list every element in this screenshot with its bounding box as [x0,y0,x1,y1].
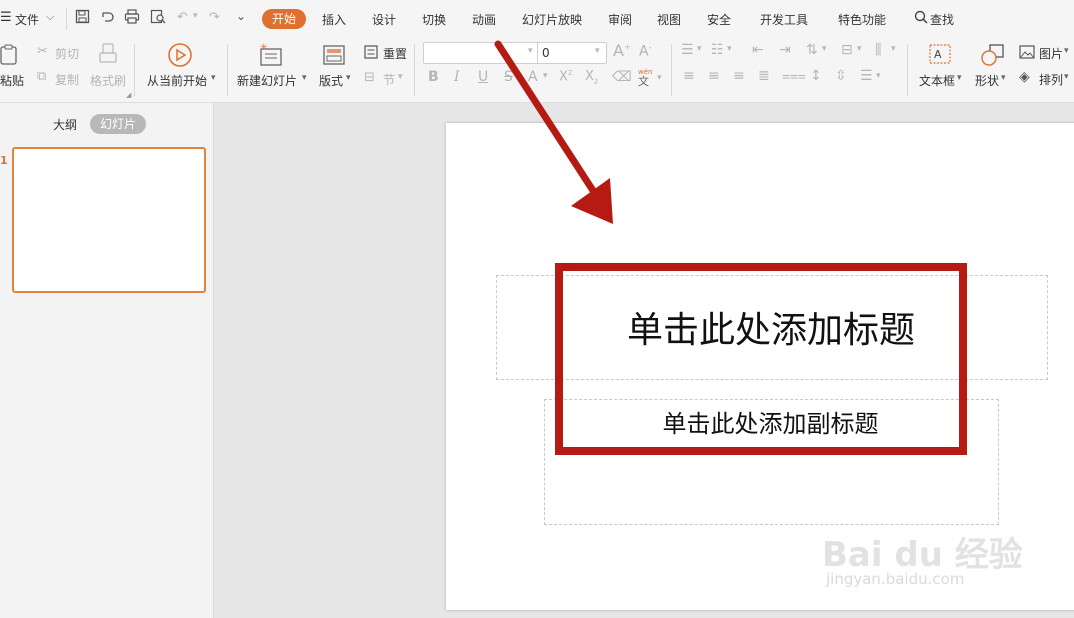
baidu-watermark: Bai du 经验 [822,535,1023,575]
baidu-watermark-url: jingyan.baidu.com [826,570,965,588]
annotation-highlight-box [555,263,967,455]
